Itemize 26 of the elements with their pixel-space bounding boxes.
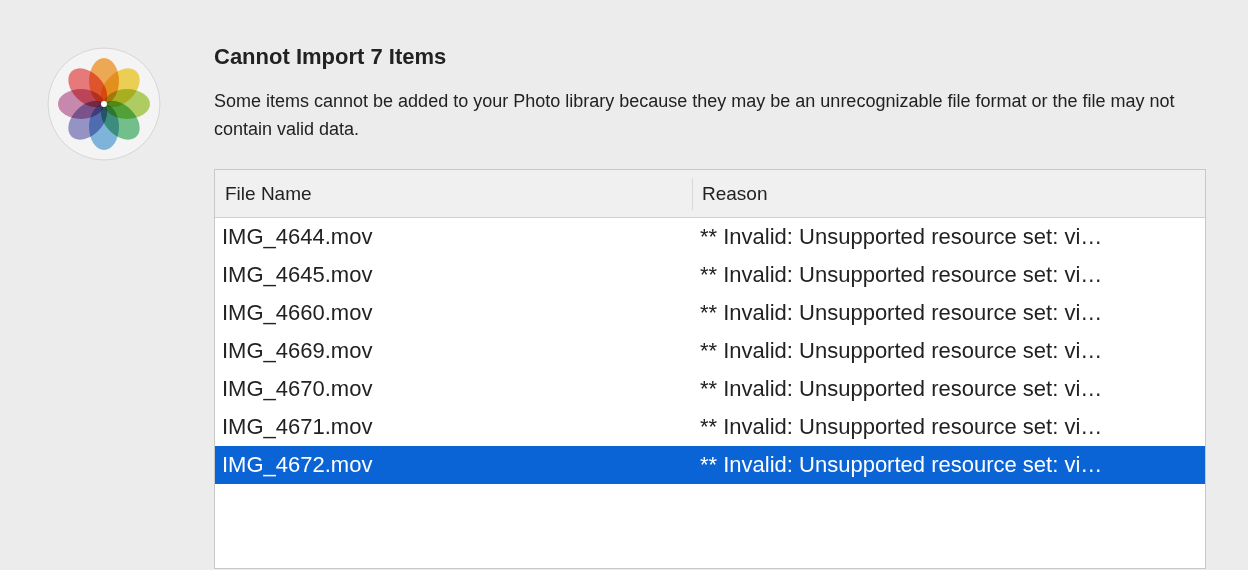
table-row[interactable]: IMG_4644.mov ** Invalid: Unsupported resource set: vi… <box>215 218 1205 256</box>
reason-cell-text: ** Invalid: Unsupported resource set: vi… <box>699 338 1103 364</box>
table-row[interactable]: IMG_4670.mov ** Invalid: Unsupported resource set: vi… <box>215 370 1205 408</box>
column-header[interactable]: File Name <box>215 182 692 205</box>
file-name-cell-text: IMG_4669.mov <box>221 338 374 364</box>
reason-cell-text: ** Invalid: Unsupported resource set: vi… <box>699 452 1103 478</box>
file-name-cell-text: IMG_4672.mov <box>221 452 374 478</box>
table-row[interactable]: IMG_4672.mov ** Invalid: Unsupported resource set: vi… <box>215 446 1205 484</box>
table-row[interactable]: IMG_4660.mov ** Invalid: Unsupported resource set: vi… <box>215 294 1205 332</box>
reason-cell-text: ** Invalid: Unsupported resource set: vi… <box>699 262 1103 288</box>
dialog-title: Cannot Import 7 Items <box>214 43 448 71</box>
file-name-cell-text: IMG_4660.mov <box>221 300 374 326</box>
file-name-cell-text: IMG_4671.mov <box>221 414 374 440</box>
table-row[interactable]: IMG_4669.mov ** Invalid: Unsupported resource set: vi… <box>215 332 1205 370</box>
reason-cell-text: ** Invalid: Unsupported resource set: vi… <box>699 224 1103 250</box>
dialog-message: Some items cannot be added to your Photo library because they may be an unrecognizable file format or the file may not contain valid data. <box>214 90 1176 141</box>
flower-icon <box>46 46 162 162</box>
table-row[interactable]: IMG_4671.mov ** Invalid: Unsupported resource set: vi… <box>215 408 1205 446</box>
reason-cell-text: ** Invalid: Unsupported resource set: vi… <box>699 414 1103 440</box>
file-name-cell-text: IMG_4644.mov <box>221 224 374 250</box>
table-row[interactable]: IMG_4645.mov ** Invalid: Unsupported resource set: vi… <box>215 256 1205 294</box>
reason-cell-text: ** Invalid: Unsupported resource set: vi… <box>699 300 1103 326</box>
file-name-cell-text: IMG_4670.mov <box>221 376 374 402</box>
column-header[interactable]: Reason <box>692 177 768 210</box>
reason-cell-text: ** Invalid: Unsupported resource set: vi… <box>699 376 1103 402</box>
file-name-cell-text: IMG_4645.mov <box>221 262 374 288</box>
